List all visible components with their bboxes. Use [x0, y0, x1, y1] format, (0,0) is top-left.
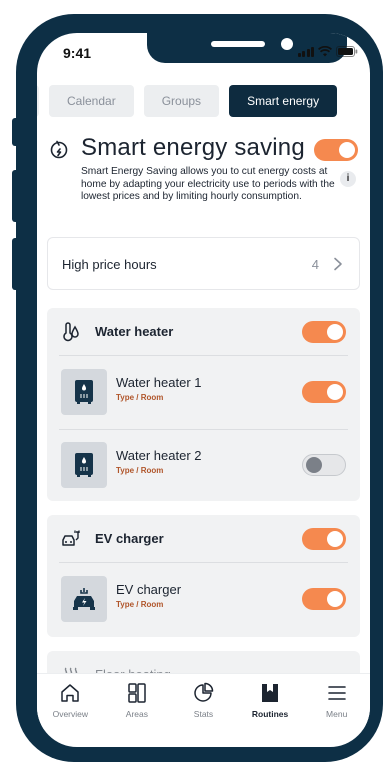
battery-icon: [336, 46, 358, 57]
ev-car-icon: [62, 530, 80, 546]
device-type-room: Type / Room: [116, 466, 164, 475]
device-toggle[interactable]: [302, 588, 346, 610]
camera: [281, 38, 293, 50]
menu-icon: [327, 686, 346, 700]
tab-calendar[interactable]: Calendar: [49, 85, 134, 117]
device-row[interactable]: Water heater 2 Type / Room: [59, 432, 348, 502]
group-card-water-heater: Water heater Water heater 1 Type / Room: [47, 308, 360, 501]
signal-icon: [297, 46, 314, 57]
pie-chart-icon: [194, 682, 214, 702]
home-icon: [61, 684, 80, 702]
device-row[interactable]: Water heater 1 Type / Room: [59, 359, 348, 429]
power-leaf-icon: [50, 140, 68, 159]
routines-icon: [262, 684, 279, 702]
group-header: EV charger: [59, 515, 348, 563]
nav-label: Areas: [125, 709, 148, 719]
group-card-ev-charger: EV charger EV charger Type / Room: [47, 515, 360, 637]
ev-charger-icon: [73, 588, 95, 610]
high-price-hours-label: High price hours: [62, 257, 157, 272]
mute-switch: [12, 118, 18, 146]
water-heater-thumbnail: [61, 369, 107, 415]
device-name: Water heater 2: [116, 448, 202, 463]
group-title: Water heater: [95, 324, 174, 339]
nav-label: Routines: [251, 709, 289, 719]
device-toggle[interactable]: [302, 381, 346, 403]
chevron-right-icon: [334, 257, 342, 271]
water-heater-icon: [75, 453, 93, 477]
device-row[interactable]: EV charger Type / Room: [59, 566, 348, 636]
nav-label: Stats: [193, 709, 214, 719]
tab-bar: s Calendar Groups Smart energy: [37, 85, 338, 117]
page-title: Smart energy saving: [81, 134, 305, 161]
water-heater-thumbnail: [61, 442, 107, 488]
tab-partial[interactable]: s: [37, 85, 39, 117]
volume-up-button: [12, 170, 18, 222]
status-icons: [297, 46, 359, 57]
tab-groups[interactable]: Groups: [143, 85, 220, 117]
nav-routines[interactable]: Routines: [237, 674, 304, 729]
nav-stats[interactable]: Stats: [170, 674, 237, 729]
device-name: EV charger: [116, 582, 182, 597]
bottom-nav: Overview Areas Stats Routines Menu: [37, 673, 370, 729]
divider: [59, 562, 348, 563]
group-toggle[interactable]: [302, 528, 346, 550]
speaker: [211, 41, 265, 47]
divider: [59, 429, 348, 430]
nav-areas[interactable]: Areas: [104, 674, 171, 729]
nav-overview[interactable]: Overview: [37, 674, 104, 729]
smart-energy-toggle[interactable]: [314, 139, 358, 161]
nav-menu[interactable]: Menu: [303, 674, 370, 729]
phone-screen: 9:41 s Calendar Groups Smart energy Smar…: [37, 33, 370, 747]
high-price-hours-row[interactable]: High price hours 4: [47, 237, 360, 290]
info-icon[interactable]: i: [340, 171, 356, 187]
status-time: 9:41: [63, 45, 92, 61]
wifi-icon: [318, 46, 332, 57]
ev-charger-thumbnail: [61, 576, 107, 622]
volume-down-button: [12, 238, 18, 290]
high-price-hours-count: 4: [311, 257, 319, 272]
smart-energy-description: Smart Energy Saving allows you to cut en…: [81, 166, 335, 202]
group-toggle[interactable]: [302, 321, 346, 343]
tab-smart-energy[interactable]: Smart energy: [229, 85, 338, 117]
nav-label: Overview: [52, 709, 89, 719]
device-type-room: Type / Room: [116, 600, 164, 609]
water-heater-icon: [75, 380, 93, 404]
device-toggle[interactable]: [302, 454, 346, 476]
group-header: Water heater: [59, 308, 348, 356]
areas-icon: [128, 683, 146, 703]
thermometer-drop-icon: [63, 322, 79, 342]
device-type-room: Type / Room: [116, 393, 164, 402]
group-title: EV charger: [95, 531, 164, 546]
device-name: Water heater 1: [116, 375, 202, 390]
divider: [59, 355, 348, 356]
nav-label: Menu: [326, 709, 348, 719]
